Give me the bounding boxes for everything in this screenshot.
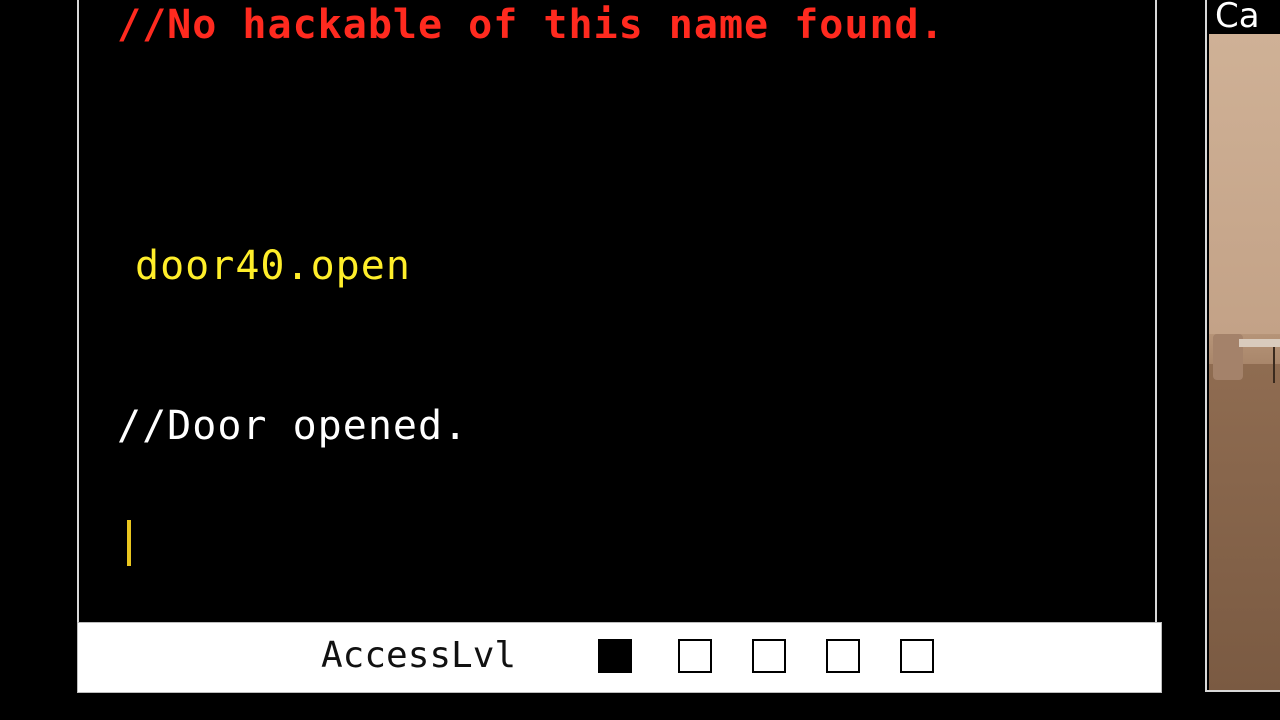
feed-wall	[1209, 34, 1280, 334]
access-level-box-1	[598, 639, 632, 673]
game-screen: //No hackable of this name found. door40…	[0, 0, 1280, 720]
access-level-box-3	[752, 639, 786, 673]
feed-floor	[1209, 364, 1280, 690]
hacking-terminal[interactable]: //No hackable of this name found. door40…	[77, 0, 1157, 622]
feed-table-leg	[1273, 347, 1275, 383]
camera-panel-title: Ca	[1215, 0, 1260, 36]
access-level-label: AccessLvl	[321, 635, 517, 676]
access-level-box-2	[678, 639, 712, 673]
terminal-response: //Door opened.	[117, 403, 469, 449]
text-cursor[interactable]	[127, 520, 131, 566]
access-level-box-4	[826, 639, 860, 673]
terminal-error-message: //No hackable of this name found.	[117, 2, 945, 48]
camera-panel[interactable]: Ca	[1205, 0, 1280, 692]
access-level-box-5	[900, 639, 934, 673]
terminal-command: door40.open	[135, 243, 411, 289]
camera-feed-image	[1209, 34, 1280, 690]
access-level-bar: AccessLvl	[77, 622, 1162, 693]
feed-table	[1239, 339, 1280, 347]
